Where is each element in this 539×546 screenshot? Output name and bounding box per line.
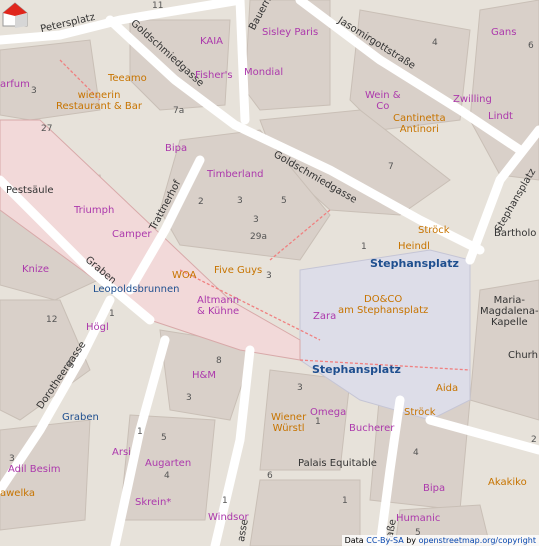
house-number: 5 xyxy=(161,433,167,443)
poi-sisley-paris[interactable]: Sisley Paris xyxy=(262,27,318,38)
poi-awelka[interactable]: awelka xyxy=(0,488,35,499)
house-number: 1 xyxy=(222,496,228,506)
house-number: 2 xyxy=(198,197,204,207)
place-label-maria-magdalena-kapelle: Maria- Magdalena- Kapelle xyxy=(480,295,539,328)
poi-fishers[interactable]: Fisher's xyxy=(195,70,233,81)
location-marker-icon[interactable] xyxy=(0,0,30,30)
poi-cantinetta-antinori[interactable]: Cantinetta Antinori xyxy=(393,113,446,135)
poi-hogl[interactable]: Högl xyxy=(86,322,109,333)
poi-five-guys[interactable]: Five Guys xyxy=(214,265,262,276)
poi-woa[interactable]: WOA xyxy=(172,270,196,281)
poi-timberland[interactable]: Timberland xyxy=(207,169,264,180)
house-number: 1 xyxy=(109,309,115,319)
house-number: 6 xyxy=(528,41,534,51)
poi-zara[interactable]: Zara xyxy=(313,311,336,322)
house-number: 2 xyxy=(531,435,537,445)
place-label-churh: Churh xyxy=(508,350,538,361)
poi-do-co[interactable]: DO&CO am Stephansplatz xyxy=(338,294,428,316)
place-label-graben: Graben xyxy=(62,412,99,423)
house-number: 11 xyxy=(152,1,164,11)
attribution-prefix: Data xyxy=(344,536,367,545)
house-number: 7 xyxy=(388,162,394,172)
poi-gans[interactable]: Gans xyxy=(491,27,516,38)
poi-kaia[interactable]: KAIA xyxy=(200,36,223,47)
place-label-pestsaule: Pestsäule xyxy=(6,185,54,196)
poi-skrein[interactable]: Skrein* xyxy=(135,497,171,508)
house-number: 27 xyxy=(41,124,53,134)
poi-wiener-wurstl[interactable]: Wiener Würstl xyxy=(271,412,306,434)
poi-bipa-south[interactable]: Bipa xyxy=(423,483,445,494)
place-label-leopoldsbrunnen: Leopoldsbrunnen xyxy=(93,284,180,295)
poi-strock-south[interactable]: Ströck xyxy=(404,407,436,418)
poi-lindt[interactable]: Lindt xyxy=(488,111,513,122)
house-number: 1 xyxy=(361,242,367,252)
house-number: 3 xyxy=(186,393,192,403)
poi-augarten[interactable]: Augarten xyxy=(145,458,191,469)
house-number: 8 xyxy=(216,356,222,366)
place-label-stephansplatz-north: Stephansplatz xyxy=(370,257,459,270)
license-link[interactable]: CC-By-SA xyxy=(366,536,403,545)
house-number: 3 xyxy=(31,86,37,96)
poi-humanic[interactable]: Humanic xyxy=(396,513,440,524)
place-label-bartholo: Bartholo xyxy=(494,228,537,239)
poi-windsor[interactable]: Windsor xyxy=(208,512,249,523)
poi-teeamo[interactable]: Teeamo xyxy=(108,73,147,84)
house-number: 6 xyxy=(267,471,273,481)
house-number: 3 xyxy=(297,383,303,393)
place-label-palais-equitable: Palais Equitable xyxy=(298,458,377,469)
osm-copyright-link[interactable]: openstreetmap.org/copyright xyxy=(419,536,536,545)
house-number: 5 xyxy=(281,196,287,206)
poi-hm[interactable]: H&M xyxy=(192,370,216,381)
place-label-stephansplatz-south: Stephansplatz xyxy=(312,363,401,376)
poi-parfum[interactable]: arfum xyxy=(0,79,30,90)
poi-mondial[interactable]: Mondial xyxy=(244,67,283,78)
house-number: 4 xyxy=(66,359,72,369)
poi-arsi[interactable]: Arsi xyxy=(112,447,131,458)
house-number: 29a xyxy=(250,232,267,242)
poi-altmann-kuhne[interactable]: Altmann & Kühne xyxy=(197,295,239,317)
poi-triumph[interactable]: Triumph xyxy=(74,205,114,216)
house-number: 4 xyxy=(432,38,438,48)
poi-strock-north[interactable]: Ströck xyxy=(418,225,450,236)
poi-knize[interactable]: Knize xyxy=(22,264,49,275)
map-attribution: Data CC-By-SA by openstreetmap.org/copyr… xyxy=(341,535,539,546)
house-number: 3 xyxy=(237,196,243,206)
poi-adil-besim[interactable]: Adil Besim xyxy=(8,464,61,475)
map-view[interactable]: Petersplatz Goldschmiedgasse Goldschmied… xyxy=(0,0,539,546)
house-number: 3 xyxy=(9,454,15,464)
poi-zwilling[interactable]: Zwilling xyxy=(453,94,492,105)
house-number: 1 xyxy=(137,427,143,437)
house-number: 1 xyxy=(342,496,348,506)
poi-wein-co[interactable]: Wein & Co xyxy=(365,90,401,112)
house-number: 4 xyxy=(413,448,419,458)
poi-camper[interactable]: Camper xyxy=(112,229,151,240)
poi-bipa-north[interactable]: Bipa xyxy=(165,143,187,154)
poi-aida[interactable]: Aida xyxy=(436,383,458,394)
poi-heindl[interactable]: Heindl xyxy=(398,241,430,252)
poi-bucherer[interactable]: Bucherer xyxy=(349,423,394,434)
house-number: 1 xyxy=(315,417,321,427)
attribution-by: by xyxy=(403,536,419,545)
house-number: 7a xyxy=(173,106,185,116)
poi-wienerin[interactable]: wienerin Restaurant & Bar xyxy=(56,90,142,112)
house-number: 3 xyxy=(253,215,259,225)
house-number: 3 xyxy=(266,271,272,281)
poi-akakiko[interactable]: Akakiko xyxy=(488,477,527,488)
house-number: 12 xyxy=(46,315,58,325)
house-number: 4 xyxy=(164,471,170,481)
